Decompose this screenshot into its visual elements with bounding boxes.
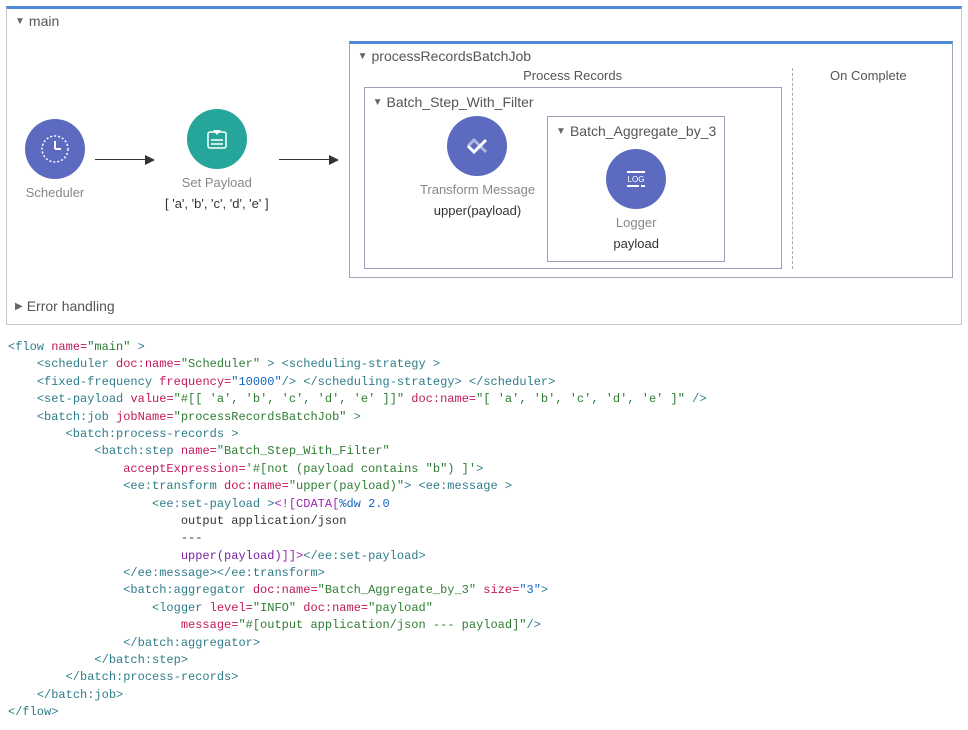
- batch-aggregator-title: Batch_Aggregate_by_3: [570, 123, 716, 139]
- batch-step-title: Batch_Step_With_Filter: [387, 94, 534, 110]
- logger-subtext: payload: [613, 236, 659, 251]
- aggregator-body: LOG Logger payload: [556, 145, 716, 255]
- batch-job-scope[interactable]: ▼ processRecordsBatchJob Process Records…: [349, 41, 953, 278]
- error-handling-section[interactable]: ▶ Error handling: [15, 292, 953, 316]
- batch-aggregator-header: ▼ Batch_Aggregate_by_3: [556, 123, 716, 139]
- batch-aggregator-scope[interactable]: ▼ Batch_Aggregate_by_3 LOG Logger: [547, 116, 725, 262]
- transform-subtext: upper(payload): [434, 203, 521, 218]
- transform-label: Transform Message: [420, 182, 535, 197]
- process-records-label: Process Records: [523, 68, 622, 83]
- scheduler-icon: [25, 119, 85, 179]
- batch-job-title: processRecordsBatchJob: [372, 48, 532, 64]
- batch-step-header: ▼ Batch_Step_With_Filter: [373, 94, 773, 110]
- batch-phases: Process Records ▼ Batch_Step_With_Filter: [358, 68, 944, 269]
- expand-triangle-icon[interactable]: ▶: [15, 301, 23, 312]
- main-flow-title: main: [29, 13, 59, 29]
- batch-step-body: Transform Message upper(payload) ▼ Batch…: [373, 116, 773, 262]
- main-flow-container: ▼ main Scheduler Set Payload [ 'a', 'b',…: [6, 6, 962, 325]
- scheduler-node[interactable]: Scheduler: [25, 119, 85, 200]
- flow-arrow-2: [279, 148, 339, 171]
- set-payload-label: Set Payload: [182, 175, 252, 190]
- main-flow-body: Scheduler Set Payload [ 'a', 'b', 'c', '…: [15, 37, 953, 286]
- svg-text:LOG: LOG: [628, 175, 645, 184]
- process-records-phase: Process Records ▼ Batch_Step_With_Filter: [358, 68, 788, 269]
- set-payload-node[interactable]: Set Payload [ 'a', 'b', 'c', 'd', 'e' ]: [165, 109, 269, 211]
- on-complete-phase: On Complete: [792, 68, 944, 269]
- flow-arrow-1: [95, 148, 155, 171]
- collapse-triangle-icon[interactable]: ▼: [358, 51, 368, 62]
- error-handling-label: Error handling: [27, 298, 115, 314]
- set-payload-subtext: [ 'a', 'b', 'c', 'd', 'e' ]: [165, 196, 269, 211]
- scheduler-label: Scheduler: [26, 185, 85, 200]
- main-flow-header[interactable]: ▼ main: [15, 13, 953, 29]
- transform-icon: [447, 116, 507, 176]
- collapse-triangle-icon[interactable]: ▼: [373, 97, 383, 108]
- collapse-triangle-icon[interactable]: ▼: [556, 126, 566, 137]
- transform-node[interactable]: Transform Message upper(payload): [420, 116, 535, 218]
- set-payload-icon: [187, 109, 247, 169]
- logger-node[interactable]: LOG Logger payload: [606, 149, 666, 251]
- on-complete-label: On Complete: [830, 68, 907, 83]
- logger-icon: LOG: [606, 149, 666, 209]
- logger-label: Logger: [616, 215, 656, 230]
- batch-job-header: ▼ processRecordsBatchJob: [358, 48, 944, 64]
- collapse-triangle-icon[interactable]: ▼: [15, 16, 25, 27]
- xml-source-code: <flow name="main" > <scheduler doc:name=…: [0, 331, 968, 730]
- batch-step-scope[interactable]: ▼ Batch_Step_With_Filter Transform Messa…: [364, 87, 782, 269]
